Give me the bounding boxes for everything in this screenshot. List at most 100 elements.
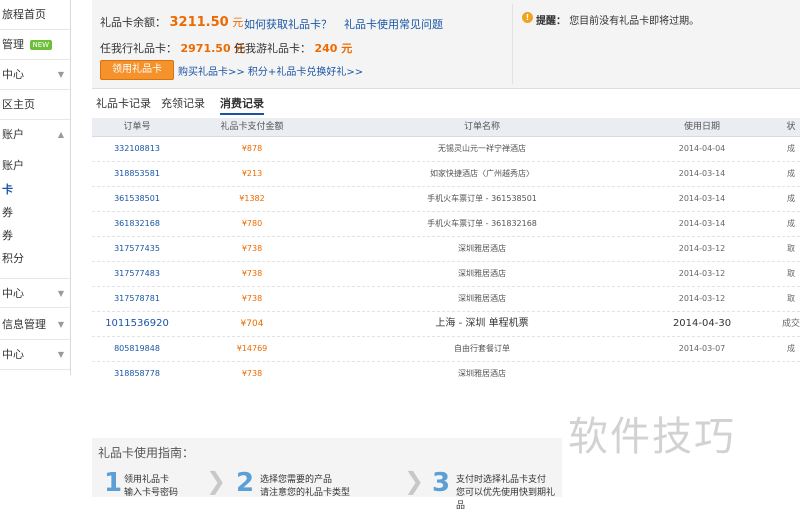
- step-text: 领用礼品卡 输入卡号密码: [124, 474, 178, 500]
- record-tabs: 礼品卡记录 充领记录 消费记录: [92, 95, 800, 117]
- use-date: 2014-03-14: [678, 194, 726, 203]
- use-date: 2014-03-12: [678, 244, 726, 253]
- tab-gift-card-records[interactable]: 礼品卡记录: [96, 95, 151, 113]
- new-badge: NEW: [29, 40, 53, 50]
- order-name: 如家快捷酒店〈广州越秀店〉: [430, 169, 534, 178]
- chevron-down-icon: ▼: [57, 70, 64, 79]
- use-date: 2014-03-14: [678, 169, 726, 178]
- order-id-link[interactable]: 361538501: [102, 187, 172, 211]
- sidebar-item-label: 管理: [2, 38, 24, 51]
- order-name: 深圳雅居酒店: [458, 369, 506, 378]
- sidebar-subitem-label: 积分: [2, 252, 24, 265]
- tour-card-row: 任我游礼品卡： 240 元: [234, 40, 352, 56]
- table-row: 361538501 ¥1382 手机火车票订单 - 361538501 2014…: [92, 187, 800, 212]
- sidebar-item-center-3[interactable]: 中心 ▼: [0, 340, 70, 370]
- order-id-link[interactable]: 332108813: [102, 137, 172, 161]
- order-name: 上海 - 深圳 单程机票: [435, 318, 529, 329]
- buy-links[interactable]: 购买礼品卡>> 积分+礼品卡兑换好礼>>: [178, 63, 363, 78]
- status: 成: [787, 144, 795, 153]
- order-id-link[interactable]: 318853581: [102, 162, 172, 186]
- chevron-right-icon: ❯: [404, 467, 425, 495]
- step-line: 请注意您的礼品卡类型: [260, 488, 351, 498]
- col-order-id: 订单号: [123, 122, 151, 132]
- sidebar-subitem-coupon[interactable]: 券: [0, 202, 70, 224]
- howto-link[interactable]: 如何获取礼品卡？: [244, 16, 332, 32]
- step-line: 输入卡号密码: [124, 488, 179, 498]
- amount: ¥213: [241, 169, 263, 178]
- order-id-link[interactable]: 317577483: [102, 262, 172, 286]
- amount: ¥738: [241, 369, 263, 378]
- step-line: 选择您需要的产品: [260, 475, 333, 485]
- order-id-link[interactable]: 318858778: [102, 362, 172, 386]
- amount: ¥14769: [236, 344, 268, 353]
- use-date: 2014-03-12: [678, 294, 726, 303]
- watermark: 软件技巧: [568, 414, 736, 460]
- use-date: 2014-04-30: [672, 318, 732, 329]
- balance-value: 3211.50: [169, 15, 229, 30]
- table-row: 332108813 ¥878 无锡灵山元一祥宁禅酒店 2014-04-04 成: [92, 137, 800, 162]
- chevron-right-icon: ❯: [206, 467, 227, 495]
- notice-title: 提醒：: [536, 16, 566, 27]
- order-id-link[interactable]: 805819848: [102, 337, 172, 361]
- status: 成: [787, 169, 795, 178]
- table-row: 318853581 ¥213 如家快捷酒店〈广州越秀店〉 2014-03-14 …: [92, 162, 800, 187]
- tab-consumption-records[interactable]: 消费记录: [220, 95, 264, 115]
- sidebar-item-manage[interactable]: 管理 NEW: [0, 30, 70, 60]
- sidebar-subitem-voucher[interactable]: 券: [0, 225, 70, 247]
- table-row: 318858778 ¥738 深圳雅居酒店: [92, 362, 800, 387]
- order-id-link[interactable]: 317577435: [102, 237, 172, 261]
- col-amount: 礼品卡支付金额: [220, 122, 284, 132]
- status: 成: [787, 344, 795, 353]
- table-row: 805819848 ¥14769 自由行套餐订单 2014-03-07 成: [92, 337, 800, 362]
- use-gift-card-button[interactable]: 领用礼品卡: [100, 60, 174, 80]
- sidebar-item-label: 中心: [2, 287, 24, 300]
- table-row: 1011536920 ¥704 上海 - 深圳 单程机票 2014-04-30 …: [92, 312, 800, 337]
- faq-link[interactable]: 礼品卡使用常见问题: [344, 16, 443, 32]
- chevron-up-icon: ▲: [57, 130, 64, 139]
- sidebar-subitem-account[interactable]: 账户: [0, 155, 70, 177]
- sidebar-item-center-2[interactable]: 中心 ▼: [0, 278, 70, 308]
- step-number: 2: [236, 468, 255, 498]
- col-status: 状: [786, 122, 796, 132]
- sidebar-item-label: 区主页: [2, 98, 35, 111]
- chevron-down-icon: ▼: [57, 289, 64, 298]
- gift-card-guide: 礼品卡使用指南： 1 领用礼品卡 输入卡号密码 ❯ 2 选择您需要的产品 请注意…: [92, 438, 562, 511]
- status: 取: [787, 269, 795, 278]
- amount: ¥1382: [239, 194, 265, 203]
- sidebar: 旅程首页 管理 NEW 中心 ▼ 区主页 账户 ▲ 账户 卡 券 券 积分 中心…: [0, 0, 71, 375]
- order-id-link[interactable]: 361832168: [102, 212, 172, 236]
- use-date: 2014-03-14: [678, 219, 726, 228]
- sidebar-item-label: 旅程首页: [2, 8, 46, 21]
- sidebar-subitem-label: 券: [2, 229, 13, 242]
- tab-recharge-records[interactable]: 充领记录: [161, 95, 205, 113]
- sidebar-item-center[interactable]: 中心 ▼: [0, 60, 70, 90]
- consumption-table: 订单号 礼品卡支付金额 订单名称 使用日期 状 332108813 ¥878 无…: [92, 118, 800, 398]
- sidebar-subitem-label: 账户: [2, 159, 24, 172]
- table-header: 订单号 礼品卡支付金额 订单名称 使用日期 状: [92, 118, 800, 137]
- sidebar-item-info-manage[interactable]: 信息管理 ▼: [0, 310, 70, 340]
- table-row: 317577483 ¥738 深圳雅居酒店 2014-03-12 取: [92, 262, 800, 287]
- sidebar-item-community-home[interactable]: 区主页: [0, 90, 70, 120]
- sidebar-item-account[interactable]: 账户 ▲: [0, 120, 70, 150]
- order-name: 无锡灵山元一祥宁禅酒店: [438, 144, 526, 153]
- travel-card-label: 任我行礼品卡：: [100, 42, 177, 55]
- sidebar-subitem-label: 券: [2, 206, 13, 219]
- order-id-link[interactable]: 317578781: [102, 287, 172, 311]
- sidebar-subitem-points[interactable]: 积分: [0, 248, 70, 270]
- col-order-name: 订单名称: [463, 122, 500, 132]
- order-id-link[interactable]: 1011536920: [102, 312, 172, 336]
- amount: ¥878: [241, 144, 263, 153]
- table-row: 317577435 ¥738 深圳雅居酒店 2014-03-12 取: [92, 237, 800, 262]
- amount: ¥738: [241, 294, 263, 303]
- info-icon: !: [522, 12, 533, 23]
- sidebar-item-journey-home[interactable]: 旅程首页: [0, 0, 70, 30]
- step-text: 选择您需要的产品 请注意您的礼品卡类型: [260, 474, 350, 500]
- balance-row: 礼品卡余额： 3211.50 元: [100, 14, 243, 30]
- sidebar-subitem-card[interactable]: 卡: [0, 179, 70, 201]
- use-date: 2014-04-04: [678, 144, 726, 153]
- amount: ¥738: [241, 244, 263, 253]
- travel-card-row: 任我行礼品卡： 2971.50 元: [100, 40, 245, 56]
- notice-text: 您目前没有礼品卡即将过期。: [569, 16, 700, 27]
- order-name: 自由行套餐订单: [454, 344, 510, 353]
- status: 成: [787, 219, 795, 228]
